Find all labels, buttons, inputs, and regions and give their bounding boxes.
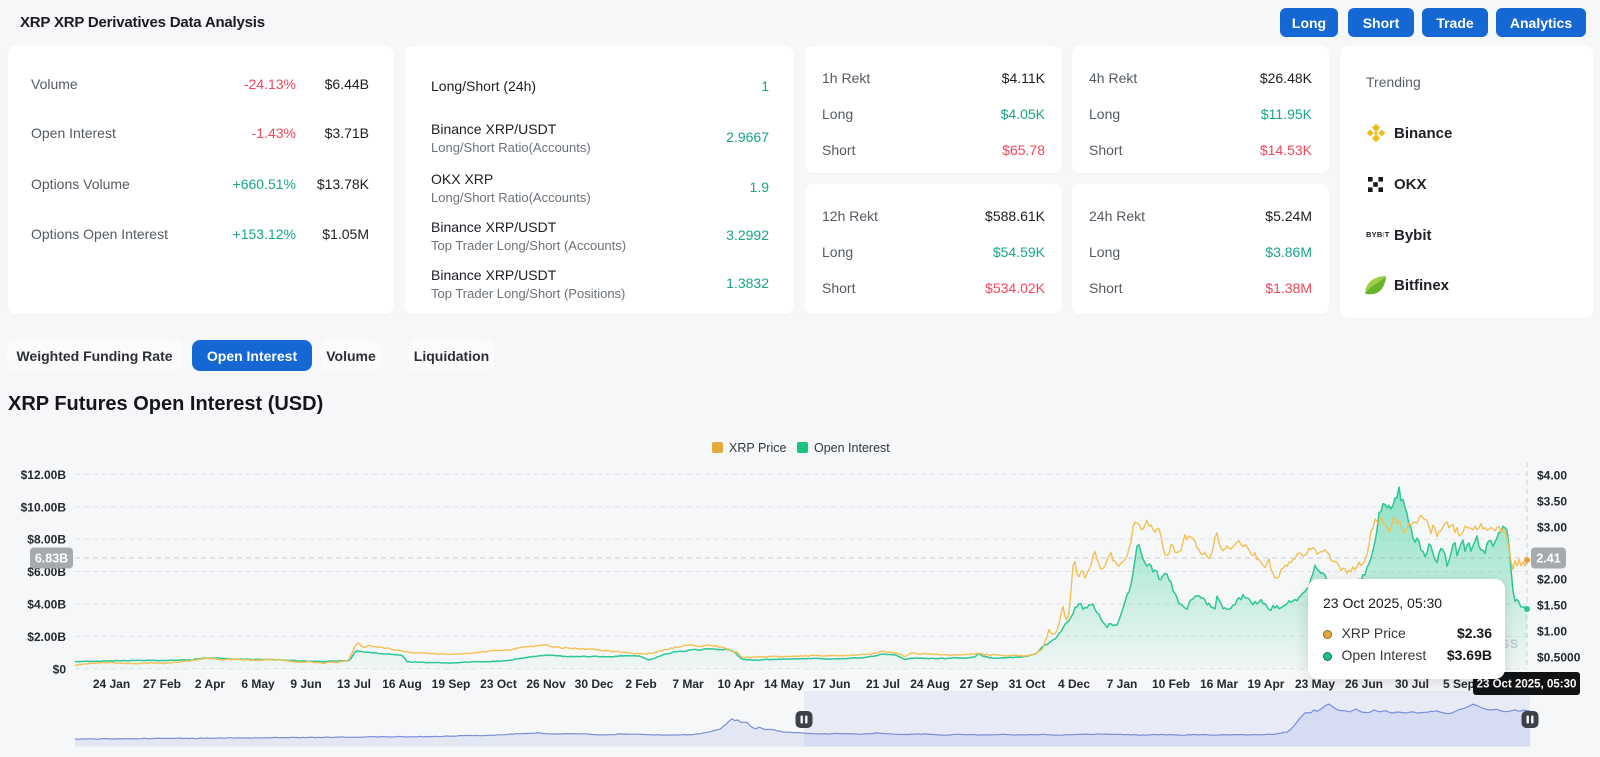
svg-text:27 Feb: 27 Feb: [143, 677, 181, 691]
svg-text:7 Mar: 7 Mar: [672, 677, 704, 691]
svg-text:$12.00B: $12.00B: [21, 468, 67, 482]
svg-text:26 Nov: 26 Nov: [526, 677, 566, 691]
svg-text:2 Apr: 2 Apr: [195, 677, 226, 691]
svg-text:Open Interest: Open Interest: [814, 441, 890, 455]
svg-text:$4.00B: $4.00B: [27, 597, 66, 611]
svg-text:26 Jun: 26 Jun: [1345, 677, 1383, 691]
svg-text:10 Feb: 10 Feb: [1152, 677, 1190, 691]
svg-text:7 Jan: 7 Jan: [1107, 677, 1138, 691]
svg-text:16 Aug: 16 Aug: [382, 677, 422, 691]
svg-text:$8.00B: $8.00B: [27, 533, 66, 547]
svg-text:$2.00B: $2.00B: [27, 630, 66, 644]
svg-text:16 Mar: 16 Mar: [1200, 677, 1238, 691]
svg-text:4 Dec: 4 Dec: [1058, 677, 1090, 691]
svg-text:14 May: 14 May: [764, 677, 804, 691]
svg-text:30 Jul: 30 Jul: [1395, 677, 1429, 691]
svg-text:$3.00: $3.00: [1537, 520, 1567, 534]
svg-text:21 Jul: 21 Jul: [866, 677, 900, 691]
svg-text:9 Jun: 9 Jun: [290, 677, 321, 691]
svg-text:23 Oct: 23 Oct: [480, 677, 517, 691]
svg-text:$10.00B: $10.00B: [21, 500, 67, 514]
svg-text:$4.00: $4.00: [1537, 468, 1567, 482]
svg-text:2.41: 2.41: [1536, 552, 1560, 566]
svg-text:6.83B: 6.83B: [35, 552, 68, 566]
svg-text:6 May: 6 May: [241, 677, 275, 691]
svg-text:$0.5000: $0.5000: [1537, 650, 1581, 664]
svg-text:19 Apr: 19 Apr: [1248, 677, 1285, 691]
svg-text:$0: $0: [53, 662, 67, 676]
svg-text:$1.50: $1.50: [1537, 598, 1567, 612]
svg-text:27 Sep: 27 Sep: [960, 677, 999, 691]
svg-text:17 Jun: 17 Jun: [812, 677, 850, 691]
svg-text:$2.00: $2.00: [1537, 572, 1567, 586]
svg-text:5 Sep: 5 Sep: [1443, 677, 1475, 691]
svg-text:23 Oct 2025, 05:30: 23 Oct 2025, 05:30: [1477, 679, 1577, 691]
svg-text:24 Aug: 24 Aug: [910, 677, 950, 691]
svg-text:XRP Price: XRP Price: [729, 441, 786, 455]
svg-text:24 Jan: 24 Jan: [93, 677, 130, 691]
svg-text:19 Sep: 19 Sep: [432, 677, 471, 691]
svg-text:$1.00: $1.00: [1537, 624, 1567, 638]
svg-text:2 Feb: 2 Feb: [625, 677, 656, 691]
svg-text:23 May: 23 May: [1295, 677, 1335, 691]
svg-text:30 Dec: 30 Dec: [575, 677, 614, 691]
svg-text:13 Jul: 13 Jul: [337, 677, 371, 691]
svg-text:10 Apr: 10 Apr: [718, 677, 755, 691]
svg-text:$3.50: $3.50: [1537, 494, 1567, 508]
svg-text:31 Oct: 31 Oct: [1009, 677, 1046, 691]
